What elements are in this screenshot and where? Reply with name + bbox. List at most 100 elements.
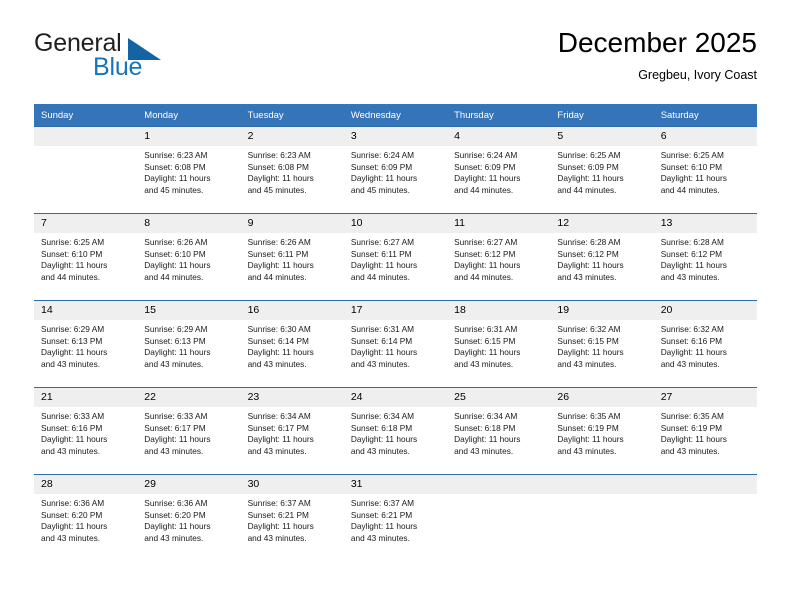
- calendar-day-cell[interactable]: 20 Sunrise: 6:32 AM Sunset: 6:16 PM Dayligh…: [653, 300, 757, 388]
- calendar-day-cell[interactable]: 14 Sunrise: 6:29 AM Sunset: 6:13 PM Dayligh…: [34, 300, 138, 388]
- day-number: 16: [240, 301, 344, 320]
- calendar-day-cell[interactable]: 27 Sunrise: 6:35 AM Sunset: 6:19 PM Dayligh…: [653, 387, 757, 475]
- calendar-day-cell[interactable]: 3 Sunrise: 6:24 AM Sunset: 6:09 PM Daylight…: [343, 126, 448, 214]
- day-detail-sunset: Sunset: 6:11 PM: [247, 248, 309, 259]
- calendar-day-cell[interactable]: 4 Sunrise: 6:24 AM Sunset: 6:09 PM Daylight…: [447, 126, 551, 214]
- weekday-header-monday: Monday: [137, 104, 241, 127]
- day-detail-daylight1: Daylight: 11 hours: [247, 260, 314, 271]
- day-number: 29: [137, 475, 241, 494]
- calendar-week-row: 7 Sunrise: 6:25 AM Sunset: 6:10 PM Daylight…: [34, 213, 757, 301]
- calendar-day-cell[interactable]: 16 Sunrise: 6:30 AM Sunset: 6:14 PM Dayligh…: [240, 300, 344, 388]
- day-details: Sunrise: 6:34 AM Sunset: 6:18 PM Daylight:…: [344, 407, 447, 457]
- calendar-day-cell[interactable]: 29 Sunrise: 6:36 AM Sunset: 6:20 PM Dayligh…: [137, 474, 241, 561]
- calendar-day-cell[interactable]: 7 Sunrise: 6:25 AM Sunset: 6:10 PM Daylight…: [34, 213, 138, 301]
- calendar-day-cell[interactable]: 30 Sunrise: 6:37 AM Sunset: 6:21 PM Dayligh…: [240, 474, 344, 561]
- calendar-day-cell[interactable]: 2 Sunrise: 6:23 AM Sunset: 6:08 PM Daylight…: [240, 126, 344, 214]
- calendar-day-cell[interactable]: 22 Sunrise: 6:33 AM Sunset: 6:17 PM Dayligh…: [137, 387, 241, 475]
- day-details: Sunrise: 6:32 AM Sunset: 6:15 PM Daylight:…: [550, 320, 653, 370]
- calendar-day-cell[interactable]: 9 Sunrise: 6:26 AM Sunset: 6:11 PM Daylight…: [240, 213, 344, 301]
- day-detail-daylight2: and 44 minutes.: [454, 184, 514, 195]
- day-number: 12: [550, 214, 654, 233]
- day-detail-daylight2: and 43 minutes.: [454, 445, 514, 456]
- calendar-day-cell[interactable]: 15 Sunrise: 6:29 AM Sunset: 6:13 PM Dayligh…: [137, 300, 241, 388]
- calendar-day-cell[interactable]: 17 Sunrise: 6:31 AM Sunset: 6:14 PM Dayligh…: [343, 300, 448, 388]
- day-detail-daylight2: and 43 minutes.: [557, 271, 617, 282]
- day-detail-daylight2: and 43 minutes.: [660, 445, 720, 456]
- calendar-day-cell[interactable]: 24 Sunrise: 6:34 AM Sunset: 6:18 PM Dayligh…: [343, 387, 448, 475]
- calendar-day-cell[interactable]: 1 Sunrise: 6:23 AM Sunset: 6:08 PM Daylight…: [137, 126, 241, 214]
- calendar-day-cell-empty: [447, 474, 551, 561]
- day-detail-daylight1: Daylight: 11 hours: [144, 260, 211, 271]
- page-header: General Blue December 2025 Gregbeu, Ivor…: [34, 26, 757, 96]
- calendar-day-cell[interactable]: 25 Sunrise: 6:34 AM Sunset: 6:18 PM Dayligh…: [447, 387, 551, 475]
- calendar-day-cell[interactable]: 26 Sunrise: 6:35 AM Sunset: 6:19 PM Dayligh…: [550, 387, 654, 475]
- general-blue-logo[interactable]: General Blue: [34, 30, 174, 88]
- day-detail-sunset: Sunset: 6:10 PM: [660, 161, 723, 172]
- weekday-header-sunday: Sunday: [34, 104, 138, 127]
- calendar-week-row: 21 Sunrise: 6:33 AM Sunset: 6:16 PM Dayligh…: [34, 387, 757, 475]
- day-detail-daylight2: and 43 minutes.: [557, 358, 617, 369]
- day-number: 4: [447, 127, 551, 146]
- day-detail-daylight1: Daylight: 11 hours: [144, 173, 211, 184]
- calendar-day-cell[interactable]: 11 Sunrise: 6:27 AM Sunset: 6:12 PM Dayligh…: [447, 213, 551, 301]
- day-detail-daylight1: Daylight: 11 hours: [350, 260, 418, 271]
- day-detail-sunset: Sunset: 6:10 PM: [144, 248, 206, 259]
- day-details: Sunrise: 6:28 AM Sunset: 6:12 PM Daylight:…: [654, 233, 757, 283]
- calendar-day-cell[interactable]: 12 Sunrise: 6:28 AM Sunset: 6:12 PM Dayligh…: [550, 213, 654, 301]
- day-detail-daylight1: Daylight: 11 hours: [660, 173, 727, 184]
- weekday-header-saturday: Saturday: [653, 104, 757, 127]
- day-detail-daylight1: Daylight: 11 hours: [557, 434, 624, 445]
- day-detail-daylight2: and 43 minutes.: [350, 445, 410, 456]
- calendar-body: 1 Sunrise: 6:23 AM Sunset: 6:08 PM Daylight…: [34, 126, 757, 561]
- day-number: 1: [137, 127, 241, 146]
- day-detail-daylight2: and 44 minutes.: [41, 271, 101, 282]
- calendar-day-cell[interactable]: 5 Sunrise: 6:25 AM Sunset: 6:09 PM Daylight…: [550, 126, 654, 214]
- day-details: Sunrise: 6:33 AM Sunset: 6:17 PM Daylight:…: [137, 407, 240, 457]
- day-detail-sunset: Sunset: 6:20 PM: [41, 509, 103, 520]
- day-detail-sunrise: Sunrise: 6:26 AM: [144, 237, 208, 247]
- day-detail-sunrise: Sunrise: 6:35 AM: [557, 411, 621, 421]
- day-detail-daylight1: Daylight: 11 hours: [41, 434, 108, 445]
- day-detail-sunrise: Sunrise: 6:29 AM: [41, 324, 105, 334]
- calendar-day-cell[interactable]: 6 Sunrise: 6:25 AM Sunset: 6:10 PM Daylight…: [653, 126, 757, 214]
- day-detail-daylight1: Daylight: 11 hours: [557, 260, 624, 271]
- day-detail-sunrise: Sunrise: 6:25 AM: [41, 237, 105, 247]
- day-details: Sunrise: 6:26 AM Sunset: 6:10 PM Daylight:…: [137, 233, 240, 283]
- day-detail-daylight1: Daylight: 11 hours: [247, 347, 314, 358]
- day-detail-sunset: Sunset: 6:12 PM: [557, 248, 619, 259]
- day-number: 2: [240, 127, 344, 146]
- day-detail-daylight2: and 43 minutes.: [144, 532, 204, 543]
- calendar-day-cell[interactable]: 23 Sunrise: 6:34 AM Sunset: 6:17 PM Dayligh…: [240, 387, 344, 475]
- calendar-day-cell[interactable]: 18 Sunrise: 6:31 AM Sunset: 6:15 PM Dayligh…: [447, 300, 551, 388]
- calendar-day-cell[interactable]: 8 Sunrise: 6:26 AM Sunset: 6:10 PM Daylight…: [137, 213, 241, 301]
- day-detail-daylight1: Daylight: 11 hours: [144, 521, 211, 532]
- calendar-day-cell[interactable]: 31 Sunrise: 6:37 AM Sunset: 6:21 PM Dayligh…: [343, 474, 448, 561]
- day-detail-daylight2: and 43 minutes.: [41, 445, 101, 456]
- day-detail-daylight1: Daylight: 11 hours: [41, 521, 108, 532]
- calendar-day-cell[interactable]: 10 Sunrise: 6:27 AM Sunset: 6:11 PM Dayligh…: [343, 213, 448, 301]
- day-detail-daylight2: and 45 minutes.: [247, 184, 307, 195]
- calendar-day-cell[interactable]: 21 Sunrise: 6:33 AM Sunset: 6:16 PM Dayligh…: [34, 387, 138, 475]
- day-detail-daylight2: and 45 minutes.: [144, 184, 204, 195]
- calendar-day-cell[interactable]: 28 Sunrise: 6:36 AM Sunset: 6:20 PM Dayligh…: [34, 474, 138, 561]
- day-detail-daylight2: and 43 minutes.: [350, 358, 410, 369]
- day-number: 10: [343, 214, 448, 233]
- day-detail-sunset: Sunset: 6:08 PM: [144, 161, 206, 172]
- day-number: 13: [653, 214, 757, 233]
- day-detail-daylight1: Daylight: 11 hours: [660, 434, 727, 445]
- day-detail-sunset: Sunset: 6:17 PM: [144, 422, 206, 433]
- calendar-page: General Blue December 2025 Gregbeu, Ivor…: [0, 0, 792, 612]
- day-detail-daylight2: and 44 minutes.: [660, 184, 720, 195]
- day-detail-daylight2: and 43 minutes.: [660, 271, 720, 282]
- day-detail-sunrise: Sunrise: 6:23 AM: [247, 150, 311, 160]
- day-number: 23: [240, 388, 344, 407]
- calendar-week-row: 28 Sunrise: 6:36 AM Sunset: 6:20 PM Dayligh…: [34, 474, 757, 561]
- day-detail-sunset: Sunset: 6:16 PM: [41, 422, 103, 433]
- calendar-day-cell[interactable]: 13 Sunrise: 6:28 AM Sunset: 6:12 PM Dayligh…: [653, 213, 757, 301]
- day-detail-sunset: Sunset: 6:12 PM: [660, 248, 723, 259]
- day-detail-daylight1: Daylight: 11 hours: [454, 173, 521, 184]
- day-detail-sunset: Sunset: 6:18 PM: [350, 422, 413, 433]
- calendar-day-cell[interactable]: 19 Sunrise: 6:32 AM Sunset: 6:15 PM Dayligh…: [550, 300, 654, 388]
- day-details: Sunrise: 6:37 AM Sunset: 6:21 PM Daylight:…: [344, 494, 447, 544]
- day-detail-daylight1: Daylight: 11 hours: [41, 347, 108, 358]
